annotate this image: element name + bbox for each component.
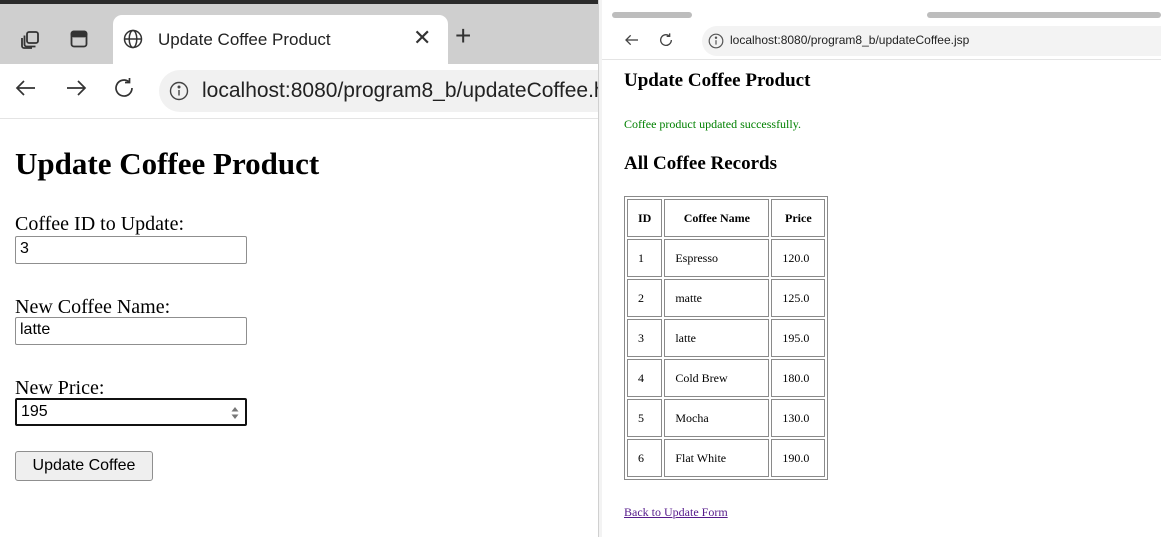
coffee-name-input[interactable]: latte [15, 317, 247, 345]
spinner-arrows-icon[interactable] [231, 405, 239, 421]
left-url-text: localhost:8080/program8_b/updateCoffee.h… [202, 79, 598, 103]
header-coffee-name: Coffee Name [664, 199, 770, 237]
table-row: 1 Espresso 120.0 [627, 239, 826, 277]
info-icon[interactable] [708, 33, 724, 49]
cell-id: 6 [627, 439, 663, 477]
right-tab-edge-2[interactable] [927, 12, 1161, 18]
right-url-host: localhost [730, 33, 778, 47]
table-header-row: ID Coffee Name Price [627, 199, 826, 237]
cell-id: 2 [627, 279, 663, 317]
price-input[interactable]: 195 [15, 398, 247, 426]
cell-price: 120.0 [771, 239, 826, 277]
plus-icon[interactable]: + [455, 22, 471, 50]
cell-id: 5 [627, 399, 663, 437]
right-navigation-toolbar: localhost:8080/program8_b/updateCoffee.j… [602, 22, 1161, 60]
right-url-path: :8080/program8_b/updateCoffee.jsp [777, 33, 970, 47]
right-page-title: Update Coffee Product [624, 70, 811, 91]
table-row: 3 latte 195.0 [627, 319, 826, 357]
workspaces-icon[interactable] [20, 30, 40, 50]
tab-actions-icon[interactable] [70, 30, 88, 48]
cell-id: 1 [627, 239, 663, 277]
reload-icon[interactable] [658, 32, 674, 48]
right-browser-window: localhost:8080/program8_b/updateCoffee.j… [602, 0, 1161, 537]
forward-arrow-icon[interactable] [64, 76, 88, 100]
left-page-title: Update Coffee Product [15, 146, 320, 181]
table-row: 2 matte 125.0 [627, 279, 826, 317]
left-tab-strip: Update Coffee Product ✕ + [0, 0, 598, 68]
success-message: Coffee product updated successfully. [624, 117, 801, 131]
back-arrow-icon[interactable] [624, 32, 640, 48]
coffee-id-value: 3 [20, 240, 29, 257]
records-heading: All Coffee Records [624, 153, 778, 174]
left-navigation-toolbar: localhost:8080/program8_b/updateCoffee.h… [0, 64, 598, 119]
left-address-bar[interactable]: localhost:8080/program8_b/updateCoffee.h… [159, 70, 598, 112]
cell-id: 3 [627, 319, 663, 357]
right-url-text: localhost:8080/program8_b/updateCoffee.j… [730, 33, 969, 47]
cell-price: 195.0 [771, 319, 826, 357]
cell-price: 190.0 [771, 439, 826, 477]
cell-id: 4 [627, 359, 663, 397]
price-value: 195 [21, 403, 48, 420]
right-tab-edge[interactable] [612, 12, 692, 18]
coffee-id-label: Coffee ID to Update: [15, 213, 185, 235]
left-url-host: localhost [202, 79, 285, 102]
header-id: ID [627, 199, 663, 237]
price-label: New Price: [15, 377, 105, 399]
table-row: 4 Cold Brew 180.0 [627, 359, 826, 397]
table-row: 5 Mocha 130.0 [627, 399, 826, 437]
coffee-name-value: latte [20, 321, 51, 338]
cell-name: latte [664, 319, 770, 357]
cell-price: 125.0 [771, 279, 826, 317]
cell-price: 180.0 [771, 359, 826, 397]
coffee-name-label: New Coffee Name: [15, 296, 171, 318]
cell-price: 130.0 [771, 399, 826, 437]
update-coffee-button[interactable]: Update Coffee [15, 451, 153, 481]
tab-title: Update Coffee Product [158, 30, 331, 49]
tab-update-coffee[interactable]: Update Coffee Product ✕ [113, 15, 448, 68]
back-arrow-icon[interactable] [14, 76, 38, 100]
back-to-update-form-link[interactable]: Back to Update Form [624, 505, 728, 520]
header-price: Price [771, 199, 826, 237]
cell-name: Cold Brew [664, 359, 770, 397]
cell-name: matte [664, 279, 770, 317]
right-tab-strip [602, 0, 1161, 22]
right-address-bar[interactable]: localhost:8080/program8_b/updateCoffee.j… [702, 26, 1161, 56]
coffee-records-table: ID Coffee Name Price 1 Espresso 120.0 2 … [624, 196, 829, 480]
reload-icon[interactable] [112, 76, 136, 100]
cell-name: Mocha [664, 399, 770, 437]
left-url-path: :8080/program8_b/updateCoffee.htm [284, 79, 598, 102]
cell-name: Flat White [664, 439, 770, 477]
coffee-id-input[interactable]: 3 [15, 236, 247, 264]
table-row: 6 Flat White 190.0 [627, 439, 826, 477]
globe-icon [123, 29, 143, 49]
close-icon[interactable]: ✕ [413, 27, 431, 49]
info-icon[interactable] [169, 81, 189, 101]
left-browser-window: Update Coffee Product ✕ + localhost:8080… [0, 0, 598, 537]
cell-name: Espresso [664, 239, 770, 277]
